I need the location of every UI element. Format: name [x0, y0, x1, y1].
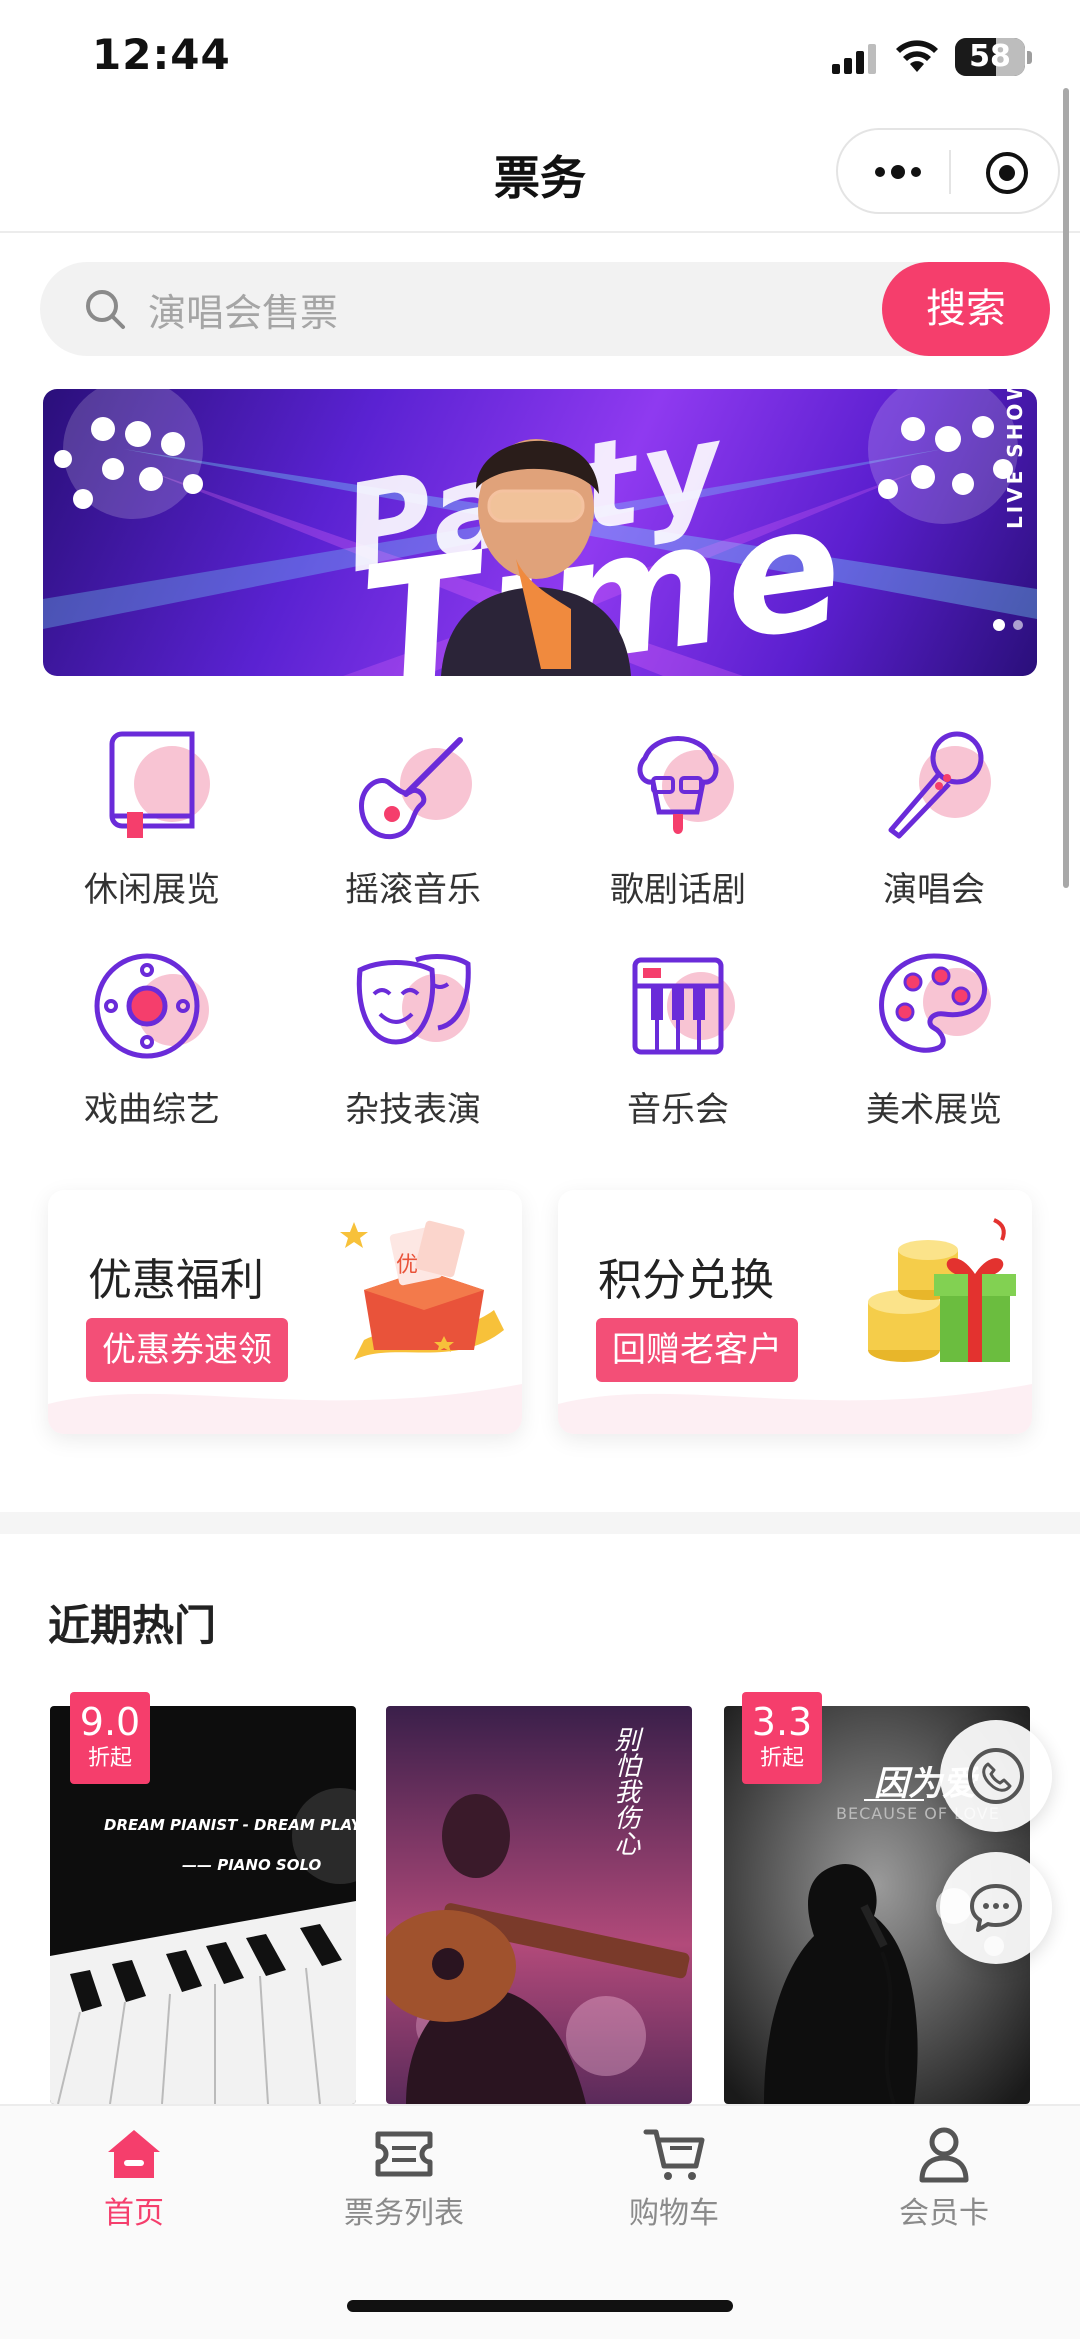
category-label: 美术展览: [866, 1090, 1002, 1130]
category-label: 戏曲综艺: [84, 1090, 220, 1130]
category-label: 音乐会: [627, 1090, 729, 1130]
section-separator: [0, 1512, 1080, 1534]
guitar-icon: [359, 737, 472, 840]
banner-performer-image: [441, 439, 631, 676]
chat-bubble-icon: [970, 1884, 1022, 1932]
close-target-icon[interactable]: [984, 150, 1030, 196]
category-label: 摇滚音乐: [345, 870, 481, 910]
user-icon: [919, 2127, 969, 2183]
carousel-dot[interactable]: [1013, 620, 1023, 630]
promo-card-discount[interactable]: 优惠福利 优惠券速领 优: [48, 1190, 522, 1434]
tab-cart[interactable]: 购物车: [574, 2124, 774, 2232]
battery-icon: 58: [955, 38, 1025, 76]
cart-icon: [643, 2129, 705, 2180]
home-icon: [108, 2130, 160, 2178]
tab-ticket-list[interactable]: 票务列表: [304, 2124, 504, 2232]
tab-home[interactable]: 首页: [34, 2124, 234, 2232]
gift-label: 优: [396, 1253, 418, 1278]
chat-float-button[interactable]: [940, 1852, 1052, 1964]
tab-label: 会员卡: [899, 2196, 989, 2231]
phone-float-button[interactable]: [940, 1720, 1052, 1832]
category-rock-music[interactable]: 摇滚音乐: [303, 722, 523, 911]
badge-suffix: 折起: [87, 1746, 132, 1771]
coins-gift-icon: [868, 1218, 1016, 1362]
opera-icon: [637, 736, 734, 834]
poster-line2: —— PIANO SOLO: [182, 1856, 322, 1874]
badge-value: 3.3: [751, 1700, 813, 1744]
phone-icon: [968, 1748, 1024, 1804]
category-leisure-exhibition[interactable]: 休闲展览: [42, 722, 262, 911]
wifi-icon: [896, 40, 938, 72]
palette-icon: [879, 953, 991, 1053]
tab-label: 票务列表: [344, 2196, 464, 2231]
search-button[interactable]: 搜索: [882, 262, 1050, 356]
category-art-exhibition[interactable]: 美术展览: [824, 942, 1044, 1131]
badge-suffix: 折起: [759, 1746, 804, 1771]
more-icon[interactable]: [870, 152, 926, 192]
mini-program-capsule: [836, 128, 1060, 214]
banner-carousel[interactable]: Party Time LIVE SHOW: [43, 389, 1037, 676]
tab-member-card[interactable]: 会员卡: [844, 2124, 1044, 2232]
promo-card-points[interactable]: 积分兑换 回赠老客户: [558, 1190, 1032, 1434]
search-input[interactable]: 演唱会售票: [148, 282, 338, 337]
tab-label: 购物车: [629, 2196, 719, 2231]
hot-item-guitar[interactable]: 别怕我伤心: [386, 1706, 692, 2104]
category-label: 歌剧话剧: [610, 870, 746, 910]
discount-badge: 9.0 折起: [70, 1692, 150, 1784]
promo-tag-button[interactable]: 回赠老客户: [596, 1318, 798, 1382]
promo-title: 积分兑换: [598, 1255, 774, 1306]
home-indicator: [347, 2300, 733, 2312]
book-icon: [109, 731, 210, 838]
category-label: 杂技表演: [345, 1090, 481, 1130]
poster-line1: DREAM PIANIST - DREAM PLAY: [104, 1816, 356, 1834]
promo-tag-button[interactable]: 优惠券速领: [86, 1318, 288, 1382]
tab-label: 首页: [104, 2196, 164, 2231]
cellular-signal-icon: [832, 44, 876, 74]
drum-icon: [94, 953, 209, 1059]
category-opera-variety[interactable]: 戏曲综艺: [42, 942, 262, 1131]
battery-level: 58: [969, 39, 1011, 74]
gift-box-icon: 优: [340, 1220, 504, 1360]
poster-lyrics: 别怕我伤心: [608, 1726, 684, 1866]
category-acrobatics[interactable]: 杂技表演: [303, 942, 523, 1131]
ticket-icon: [375, 2131, 433, 2177]
poster-lyrics-text: 别怕我伤心: [610, 1726, 640, 1856]
battery-tip: [1027, 51, 1032, 64]
carousel-dot-active[interactable]: [993, 619, 1005, 631]
masks-icon: [356, 954, 471, 1045]
keyboard-icon: [632, 957, 735, 1055]
category-label: 演唱会: [883, 870, 985, 910]
search-icon: [86, 290, 125, 329]
badge-value: 9.0: [79, 1700, 141, 1744]
card-wave-decoration: [48, 1384, 522, 1434]
category-concert[interactable]: 演唱会: [824, 722, 1044, 911]
discount-badge: 3.3 折起: [742, 1692, 822, 1784]
category-label: 休闲展览: [84, 870, 220, 910]
nav-divider: [0, 231, 1080, 233]
microphone-icon: [888, 731, 991, 839]
category-opera-drama[interactable]: 歌剧话剧: [568, 722, 788, 911]
section-title-hot: 近期热门: [48, 1601, 217, 1650]
promo-title: 优惠福利: [88, 1255, 264, 1306]
card-wave-decoration: [558, 1384, 1032, 1434]
category-music-concert[interactable]: 音乐会: [568, 942, 788, 1131]
scrollbar[interactable]: [1063, 88, 1069, 888]
capsule-divider: [949, 150, 951, 194]
status-time: 12:44: [92, 30, 231, 79]
banner-tag: LIVE SHOW: [1003, 389, 1027, 529]
